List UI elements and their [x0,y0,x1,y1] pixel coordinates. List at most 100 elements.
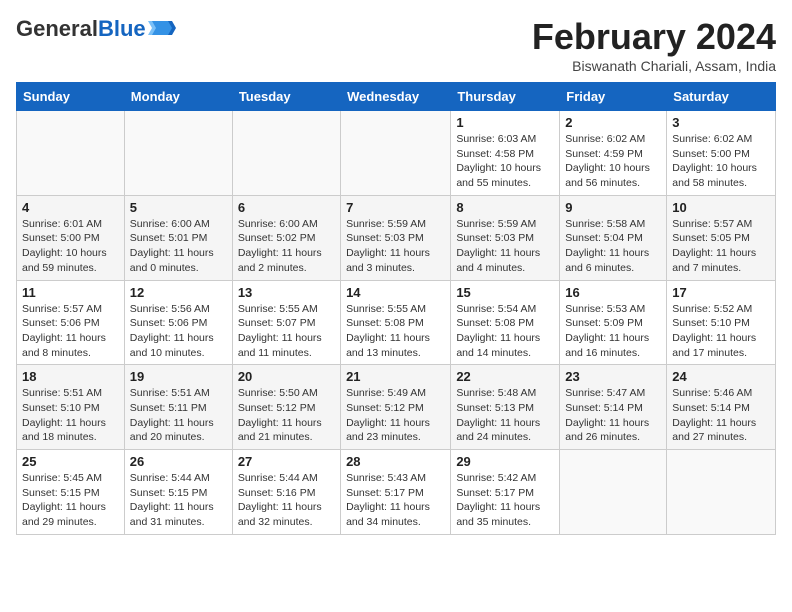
calendar-cell: 18Sunrise: 5:51 AM Sunset: 5:10 PM Dayli… [17,365,125,450]
calendar-cell: 7Sunrise: 5:59 AM Sunset: 5:03 PM Daylig… [341,195,451,280]
day-number: 26 [130,454,227,469]
day-number: 12 [130,285,227,300]
day-of-week-header: Tuesday [232,83,340,111]
day-info: Sunrise: 5:46 AM Sunset: 5:14 PM Dayligh… [672,386,770,445]
day-number: 21 [346,369,445,384]
day-number: 1 [456,115,554,130]
logo-text: GeneralBlue [16,16,146,42]
calendar-cell: 26 Sunrise: 5:44 AM Sunset: 5:15 PM Dayli… [124,450,232,535]
day-info: Sunrise: 5:57 AM Sunset: 5:05 PM Dayligh… [672,217,770,276]
day-info: Sunrise: 5:44 AM Sunset: 5:16 PM Dayligh… [238,471,335,530]
calendar-cell: 15Sunrise: 5:54 AM Sunset: 5:08 PM Dayli… [451,280,560,365]
calendar-cell [17,111,125,196]
calendar-cell: 17Sunrise: 5:52 AM Sunset: 5:10 PM Dayli… [667,280,776,365]
calendar-cell: 20 Sunrise: 5:50 AM Sunset: 5:12 PM Dayli… [232,365,340,450]
calendar-cell: 27 Sunrise: 5:44 AM Sunset: 5:16 PM Dayli… [232,450,340,535]
calendar-cell: 24 Sunrise: 5:46 AM Sunset: 5:14 PM Dayli… [667,365,776,450]
day-info: Sunrise: 6:02 AM Sunset: 4:59 PM Dayligh… [565,132,661,191]
calendar-cell: 10 Sunrise: 5:57 AM Sunset: 5:05 PM Dayli… [667,195,776,280]
day-of-week-header: Thursday [451,83,560,111]
day-info: Sunrise: 6:01 AM Sunset: 5:00 PM Dayligh… [22,217,119,276]
day-of-week-header: Sunday [17,83,125,111]
calendar-week-row: 11 Sunrise: 5:57 AM Sunset: 5:06 PM Dayli… [17,280,776,365]
day-number: 11 [22,285,119,300]
calendar-cell: 21 Sunrise: 5:49 AM Sunset: 5:12 PM Dayli… [341,365,451,450]
calendar-subtitle: Biswanath Chariali, Assam, India [532,58,776,74]
calendar-cell: 13 Sunrise: 5:55 AM Sunset: 5:07 PM Dayli… [232,280,340,365]
day-info: Sunrise: 5:52 AM Sunset: 5:10 PM Dayligh… [672,302,770,361]
day-info: Sunrise: 5:53 AM Sunset: 5:09 PM Dayligh… [565,302,661,361]
day-of-week-header: Saturday [667,83,776,111]
calendar-cell [124,111,232,196]
day-number: 13 [238,285,335,300]
calendar-cell: 1 Sunrise: 6:03 AM Sunset: 4:58 PM Daylig… [451,111,560,196]
day-info: Sunrise: 5:54 AM Sunset: 5:08 PM Dayligh… [456,302,554,361]
day-info: Sunrise: 5:51 AM Sunset: 5:10 PM Dayligh… [22,386,119,445]
day-info: Sunrise: 6:02 AM Sunset: 5:00 PM Dayligh… [672,132,770,191]
calendar-cell: 29Sunrise: 5:42 AM Sunset: 5:17 PM Dayli… [451,450,560,535]
day-number: 8 [456,200,554,215]
calendar-cell [560,450,667,535]
day-info: Sunrise: 6:00 AM Sunset: 5:01 PM Dayligh… [130,217,227,276]
calendar-cell: 5 Sunrise: 6:00 AM Sunset: 5:01 PM Daylig… [124,195,232,280]
day-number: 2 [565,115,661,130]
day-info: Sunrise: 5:50 AM Sunset: 5:12 PM Dayligh… [238,386,335,445]
calendar-header-row: SundayMondayTuesdayWednesdayThursdayFrid… [17,83,776,111]
calendar-week-row: 25 Sunrise: 5:45 AM Sunset: 5:15 PM Dayli… [17,450,776,535]
calendar-cell: 22Sunrise: 5:48 AM Sunset: 5:13 PM Dayli… [451,365,560,450]
day-info: Sunrise: 5:51 AM Sunset: 5:11 PM Dayligh… [130,386,227,445]
calendar-cell: 3 Sunrise: 6:02 AM Sunset: 5:00 PM Daylig… [667,111,776,196]
day-info: Sunrise: 5:55 AM Sunset: 5:08 PM Dayligh… [346,302,445,361]
day-number: 16 [565,285,661,300]
day-of-week-header: Monday [124,83,232,111]
calendar-cell: 2 Sunrise: 6:02 AM Sunset: 4:59 PM Daylig… [560,111,667,196]
calendar-cell: 28 Sunrise: 5:43 AM Sunset: 5:17 PM Dayli… [341,450,451,535]
day-number: 28 [346,454,445,469]
calendar-cell: 16 Sunrise: 5:53 AM Sunset: 5:09 PM Dayli… [560,280,667,365]
calendar-week-row: 1 Sunrise: 6:03 AM Sunset: 4:58 PM Daylig… [17,111,776,196]
day-info: Sunrise: 5:59 AM Sunset: 5:03 PM Dayligh… [346,217,445,276]
day-info: Sunrise: 6:03 AM Sunset: 4:58 PM Dayligh… [456,132,554,191]
day-number: 22 [456,369,554,384]
day-number: 4 [22,200,119,215]
day-number: 27 [238,454,335,469]
title-area: February 2024 Biswanath Chariali, Assam,… [532,16,776,74]
day-info: Sunrise: 5:44 AM Sunset: 5:15 PM Dayligh… [130,471,227,530]
day-info: Sunrise: 6:00 AM Sunset: 5:02 PM Dayligh… [238,217,335,276]
day-info: Sunrise: 5:58 AM Sunset: 5:04 PM Dayligh… [565,217,661,276]
day-number: 14 [346,285,445,300]
day-number: 9 [565,200,661,215]
calendar-cell: 19 Sunrise: 5:51 AM Sunset: 5:11 PM Dayli… [124,365,232,450]
day-number: 5 [130,200,227,215]
day-number: 20 [238,369,335,384]
day-number: 24 [672,369,770,384]
calendar-cell: 9 Sunrise: 5:58 AM Sunset: 5:04 PM Daylig… [560,195,667,280]
day-number: 3 [672,115,770,130]
page-header: GeneralBlue February 2024 Biswanath Char… [16,16,776,74]
day-number: 10 [672,200,770,215]
day-info: Sunrise: 5:49 AM Sunset: 5:12 PM Dayligh… [346,386,445,445]
day-number: 6 [238,200,335,215]
day-info: Sunrise: 5:59 AM Sunset: 5:03 PM Dayligh… [456,217,554,276]
calendar-cell: 25 Sunrise: 5:45 AM Sunset: 5:15 PM Dayli… [17,450,125,535]
calendar-cell: 8 Sunrise: 5:59 AM Sunset: 5:03 PM Daylig… [451,195,560,280]
day-info: Sunrise: 5:56 AM Sunset: 5:06 PM Dayligh… [130,302,227,361]
logo-arrow-icon [148,19,176,37]
day-number: 29 [456,454,554,469]
day-of-week-header: Wednesday [341,83,451,111]
calendar-cell: 14 Sunrise: 5:55 AM Sunset: 5:08 PM Dayli… [341,280,451,365]
calendar-cell: 12 Sunrise: 5:56 AM Sunset: 5:06 PM Dayli… [124,280,232,365]
day-info: Sunrise: 5:55 AM Sunset: 5:07 PM Dayligh… [238,302,335,361]
day-number: 25 [22,454,119,469]
day-info: Sunrise: 5:43 AM Sunset: 5:17 PM Dayligh… [346,471,445,530]
day-number: 19 [130,369,227,384]
day-info: Sunrise: 5:47 AM Sunset: 5:14 PM Dayligh… [565,386,661,445]
calendar-table: SundayMondayTuesdayWednesdayThursdayFrid… [16,82,776,535]
day-info: Sunrise: 5:57 AM Sunset: 5:06 PM Dayligh… [22,302,119,361]
calendar-cell: 11 Sunrise: 5:57 AM Sunset: 5:06 PM Dayli… [17,280,125,365]
calendar-cell [667,450,776,535]
day-of-week-header: Friday [560,83,667,111]
day-info: Sunrise: 5:45 AM Sunset: 5:15 PM Dayligh… [22,471,119,530]
calendar-cell [341,111,451,196]
calendar-cell: 23Sunrise: 5:47 AM Sunset: 5:14 PM Dayli… [560,365,667,450]
